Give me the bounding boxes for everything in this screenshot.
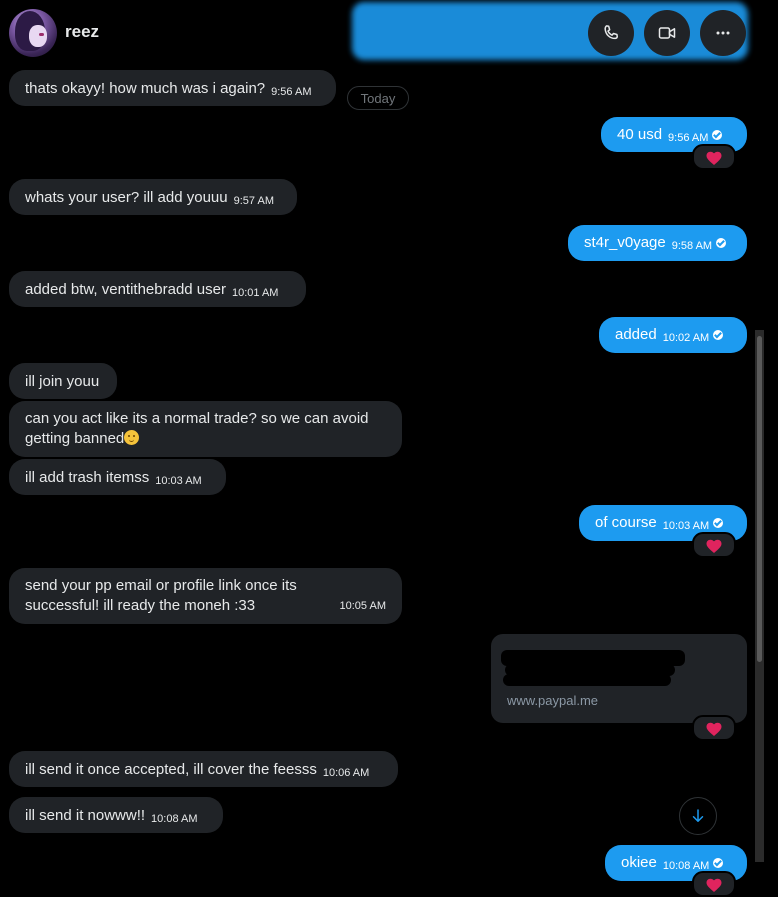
- message-time: 10:06 AM: [322, 767, 370, 779]
- redacted-text: [503, 674, 671, 686]
- arrow-down-icon: [692, 809, 704, 822]
- message-text: thats okayy! how much was i again?: [25, 80, 266, 97]
- message-text: 40 usd: [617, 126, 663, 143]
- incoming-message[interactable]: can you act like its a normal trade? so …: [9, 401, 402, 457]
- read-check-icon: [713, 518, 724, 528]
- outgoing-message[interactable]: st4r_v0yage 9:58 AM: [568, 225, 747, 261]
- message-text: ill add trash itemss: [25, 469, 150, 486]
- message-text: of course: [595, 514, 657, 531]
- message-text: ill send it nowww!!: [25, 807, 146, 824]
- heart-reaction-icon: [706, 722, 722, 736]
- message-reaction[interactable]: [692, 715, 736, 741]
- message-time: 9:56 AM: [271, 86, 312, 98]
- message-time: 10:01 AM: [231, 287, 279, 299]
- incoming-message[interactable]: ill send it once accepted, ill cover the…: [9, 751, 398, 787]
- incoming-message[interactable]: ill add trash itemss 10:03 AM: [9, 459, 226, 495]
- message-time: 10:03 AM: [662, 520, 710, 532]
- link-preview-card[interactable]: www.paypal.me: [491, 634, 747, 723]
- heart-reaction-icon: [706, 539, 722, 553]
- heart-reaction-icon: [706, 151, 722, 165]
- message-text: ill send it once accepted, ill cover the…: [25, 761, 317, 778]
- video-call-button[interactable]: [644, 10, 690, 56]
- message-text: can you act like its a normal trade? so …: [25, 410, 369, 447]
- more-icon: [716, 31, 730, 35]
- message-text: send your pp email or profile link once …: [25, 577, 297, 614]
- message-reaction[interactable]: [692, 532, 736, 558]
- message-reaction[interactable]: [692, 871, 736, 897]
- message-text: ill join youu: [25, 373, 100, 390]
- message-time: 10:05 AM: [339, 600, 386, 612]
- message-text: added btw, ventithebradd user: [25, 281, 226, 298]
- read-check-icon: [713, 858, 724, 868]
- conversation-username[interactable]: reez: [65, 22, 99, 42]
- message-time: 10:08 AM: [151, 813, 198, 825]
- date-divider: Today: [347, 86, 409, 110]
- incoming-message[interactable]: send your pp email or profile link once …: [9, 568, 402, 624]
- emoji-icon: [124, 430, 140, 445]
- outgoing-message[interactable]: added 10:02 AM: [599, 317, 747, 353]
- heart-reaction-icon: [706, 878, 722, 892]
- read-check-icon: [716, 238, 727, 248]
- voice-call-button[interactable]: [588, 10, 634, 56]
- phone-icon: [604, 25, 618, 40]
- link-domain: www.paypal.me: [507, 693, 599, 708]
- video-icon: [658, 27, 676, 39]
- message-text: st4r_v0yage: [584, 234, 666, 251]
- incoming-message[interactable]: ill send it nowww!! 10:08 AM: [9, 797, 223, 833]
- message-time: 10:02 AM: [662, 332, 710, 344]
- incoming-message[interactable]: added btw, ventithebradd user 10:01 AM: [9, 271, 306, 307]
- message-time: 9:57 AM: [233, 195, 274, 207]
- message-text: whats your user? ill add youuu: [25, 189, 228, 206]
- message-time: 9:56 AM: [668, 132, 709, 144]
- message-text: okiee: [621, 854, 657, 871]
- incoming-message[interactable]: thats okayy! how much was i again? 9:56 A…: [9, 70, 336, 106]
- scrollbar-thumb[interactable]: [757, 336, 762, 662]
- more-options-button[interactable]: [700, 10, 746, 56]
- read-check-icon: [712, 130, 723, 140]
- scroll-to-bottom-button[interactable]: [679, 797, 717, 835]
- message-time: 9:58 AM: [671, 240, 713, 252]
- avatar[interactable]: [9, 9, 57, 57]
- message-reaction[interactable]: [692, 144, 736, 170]
- message-text: added: [615, 326, 657, 343]
- incoming-message[interactable]: whats your user? ill add youuu 9:57 AM: [9, 179, 297, 215]
- read-check-icon: [713, 330, 724, 340]
- message-time: 10:03 AM: [155, 475, 202, 487]
- incoming-message[interactable]: ill join youu: [9, 363, 117, 399]
